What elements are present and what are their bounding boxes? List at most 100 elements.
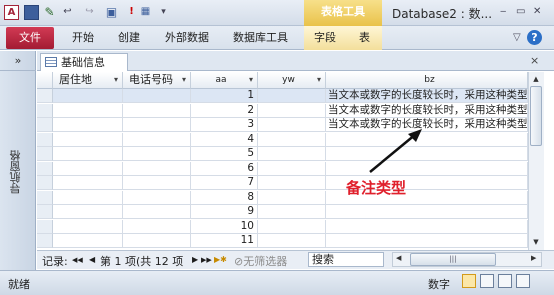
cell-phone[interactable] bbox=[123, 176, 191, 190]
sort-arrow-icon[interactable]: ▾ bbox=[249, 72, 253, 88]
select-all-corner[interactable] bbox=[37, 72, 53, 89]
cell-phone[interactable] bbox=[123, 190, 191, 205]
tab-database-tools[interactable]: 数据库工具 bbox=[233, 26, 288, 50]
cell-residence[interactable] bbox=[53, 89, 123, 103]
scroll-down-icon[interactable]: ▼ bbox=[529, 236, 543, 249]
first-record-button[interactable]: ◀◀ bbox=[72, 256, 83, 264]
table-icon[interactable]: ▦ bbox=[138, 5, 153, 20]
cell-residence[interactable] bbox=[53, 176, 123, 190]
row-selector[interactable] bbox=[37, 118, 53, 132]
undo-icon[interactable]: ↩ bbox=[60, 5, 75, 20]
row-selector[interactable] bbox=[37, 176, 53, 190]
run-icon[interactable]: ! bbox=[124, 5, 139, 20]
sort-arrow-icon[interactable]: ▾ bbox=[317, 72, 321, 88]
cell-phone[interactable] bbox=[123, 103, 191, 118]
row-selector[interactable] bbox=[37, 103, 53, 118]
cell-aa[interactable]: 4 bbox=[191, 132, 258, 147]
cell-aa[interactable]: 1 bbox=[191, 89, 258, 103]
vertical-scroll-thumb[interactable] bbox=[530, 86, 542, 146]
row-selector[interactable] bbox=[37, 147, 53, 161]
ribbon-collapse-icon[interactable]: ▽ bbox=[513, 26, 521, 50]
cell-bz[interactable] bbox=[326, 205, 528, 219]
column-header-aa[interactable]: aa ▾ bbox=[191, 72, 258, 89]
cell-yw[interactable] bbox=[258, 234, 326, 248]
cell-bz[interactable] bbox=[326, 219, 528, 234]
cell-bz[interactable]: 当文本或数字的长度较长时，采用这种类型 bbox=[326, 103, 528, 118]
customize-qat-icon[interactable]: ▾ bbox=[156, 5, 171, 20]
previous-record-button[interactable]: ◀ bbox=[89, 255, 95, 264]
cell-bz[interactable]: 当文本或数字的长度较长时，采用这种类型 bbox=[326, 89, 528, 103]
row-selector[interactable] bbox=[37, 234, 53, 248]
cell-aa[interactable]: 11 bbox=[191, 234, 258, 248]
cell-yw[interactable] bbox=[258, 118, 326, 132]
cell-phone[interactable] bbox=[123, 132, 191, 147]
close-tab-button[interactable]: × bbox=[530, 54, 539, 67]
redo-icon[interactable]: ↪ bbox=[82, 5, 97, 20]
tab-create[interactable]: 创建 bbox=[118, 26, 140, 50]
cell-aa[interactable]: 8 bbox=[191, 190, 258, 205]
column-header-bz[interactable]: bz bbox=[326, 72, 528, 89]
cell-phone[interactable] bbox=[123, 147, 191, 161]
cell-aa[interactable]: 10 bbox=[191, 219, 258, 234]
pivot-table-view-icon[interactable] bbox=[480, 274, 494, 288]
cell-residence[interactable] bbox=[53, 132, 123, 147]
column-header-phone[interactable]: 电话号码 ▾ bbox=[123, 72, 191, 89]
nav-pane-toggle-button[interactable]: » bbox=[0, 51, 36, 71]
cell-aa[interactable]: 5 bbox=[191, 147, 258, 161]
cell-aa[interactable]: 7 bbox=[191, 176, 258, 190]
cell-aa[interactable]: 2 bbox=[191, 103, 258, 118]
next-record-button[interactable]: ▶ bbox=[192, 255, 198, 264]
save-icon[interactable] bbox=[24, 5, 39, 20]
cell-bz[interactable] bbox=[326, 234, 528, 248]
datasheet-view-icon[interactable] bbox=[462, 274, 476, 288]
cell-yw[interactable] bbox=[258, 147, 326, 161]
row-selector[interactable] bbox=[37, 219, 53, 234]
column-header-yw[interactable]: yw ▾ bbox=[258, 72, 326, 89]
cell-residence[interactable] bbox=[53, 219, 123, 234]
scroll-up-icon[interactable]: ▲ bbox=[529, 73, 543, 86]
horizontal-scroll-thumb[interactable]: ||| bbox=[410, 253, 496, 266]
current-record-field[interactable]: 第 1 项(共 12 项 bbox=[100, 253, 192, 269]
tab-fields[interactable]: 字段 bbox=[314, 26, 336, 50]
cell-yw[interactable] bbox=[258, 89, 326, 103]
cell-aa[interactable]: 6 bbox=[191, 161, 258, 176]
cell-yw[interactable] bbox=[258, 103, 326, 118]
view-icon[interactable]: ▣ bbox=[104, 5, 119, 20]
cell-phone[interactable] bbox=[123, 89, 191, 103]
row-selector[interactable] bbox=[37, 190, 53, 205]
cell-phone[interactable] bbox=[123, 234, 191, 248]
cell-residence[interactable] bbox=[53, 190, 123, 205]
minimize-button[interactable]: ‒ bbox=[500, 6, 506, 17]
cell-yw[interactable] bbox=[258, 190, 326, 205]
cell-yw[interactable] bbox=[258, 205, 326, 219]
edit-icon[interactable]: ✎ bbox=[42, 5, 57, 20]
column-header-residence[interactable]: 居住地 ▾ bbox=[53, 72, 123, 89]
scroll-right-icon[interactable]: ▶ bbox=[531, 254, 536, 262]
cell-phone[interactable] bbox=[123, 219, 191, 234]
cell-phone[interactable] bbox=[123, 118, 191, 132]
cell-phone[interactable] bbox=[123, 161, 191, 176]
sort-arrow-icon[interactable]: ▾ bbox=[182, 72, 186, 88]
cell-aa[interactable]: 3 bbox=[191, 118, 258, 132]
cell-yw[interactable] bbox=[258, 161, 326, 176]
cell-residence[interactable] bbox=[53, 161, 123, 176]
scroll-left-icon[interactable]: ◀ bbox=[396, 254, 401, 262]
cell-residence[interactable] bbox=[53, 205, 123, 219]
cell-yw[interactable] bbox=[258, 132, 326, 147]
search-input[interactable]: 搜索 bbox=[308, 252, 384, 267]
close-button[interactable]: ✕ bbox=[533, 6, 541, 17]
cell-phone[interactable] bbox=[123, 205, 191, 219]
cell-residence[interactable] bbox=[53, 103, 123, 118]
maximize-button[interactable]: ▭ bbox=[516, 6, 525, 17]
tab-home[interactable]: 开始 bbox=[72, 26, 94, 50]
tab-external-data[interactable]: 外部数据 bbox=[165, 26, 209, 50]
row-selector[interactable] bbox=[37, 161, 53, 176]
row-selector[interactable] bbox=[37, 205, 53, 219]
cell-residence[interactable] bbox=[53, 118, 123, 132]
cell-yw[interactable] bbox=[258, 176, 326, 190]
tab-file[interactable]: 文件 bbox=[6, 27, 54, 49]
pivot-chart-view-icon[interactable] bbox=[498, 274, 512, 288]
cell-aa[interactable]: 9 bbox=[191, 205, 258, 219]
new-record-button[interactable]: ▶✱ bbox=[214, 255, 227, 264]
row-selector[interactable] bbox=[37, 89, 53, 103]
